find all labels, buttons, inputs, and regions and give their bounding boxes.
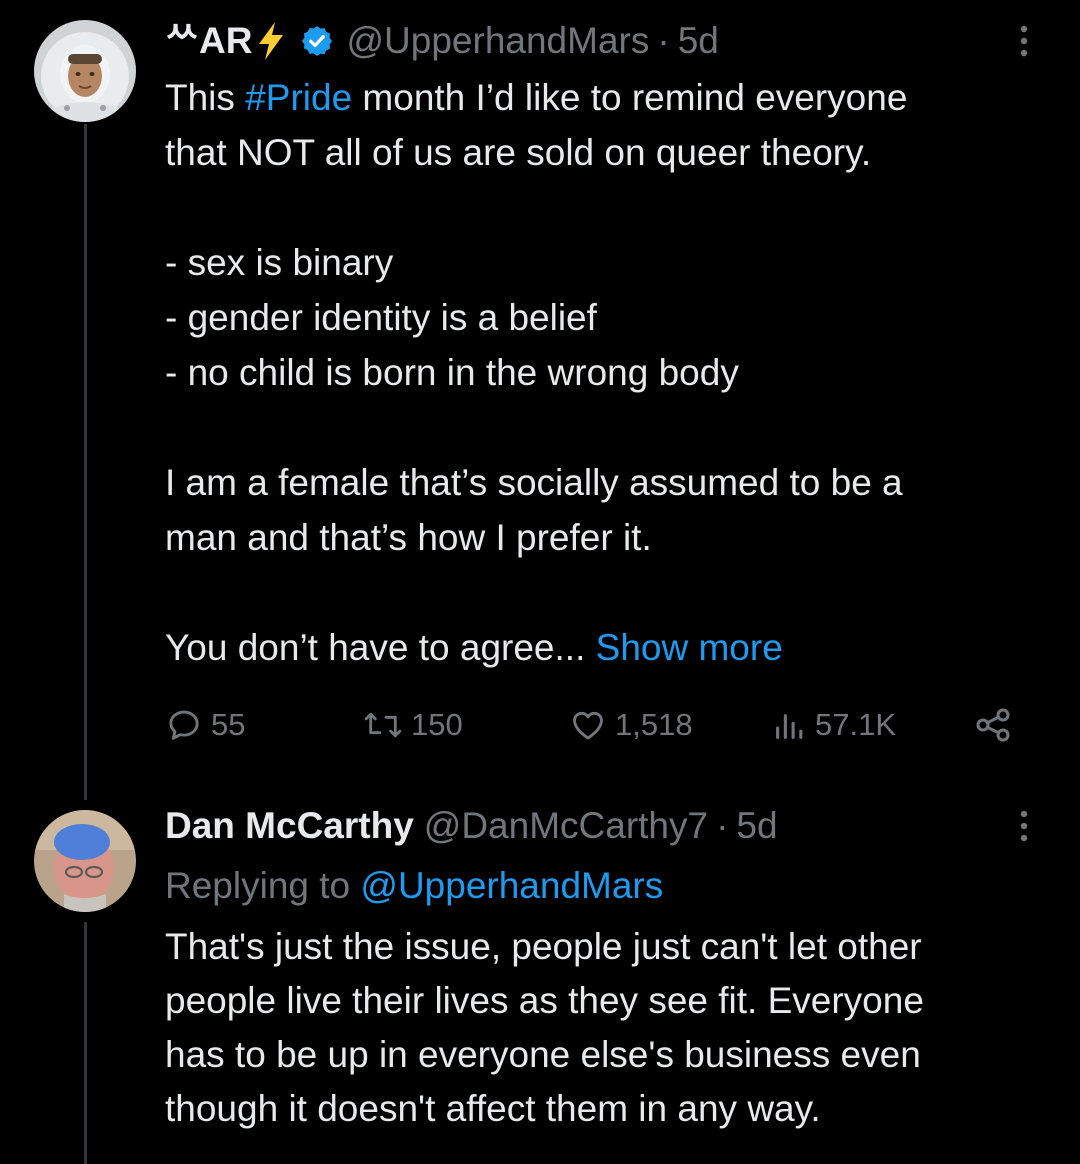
- user-photo-avatar-image: [34, 810, 136, 912]
- tweet-timestamp[interactable]: 5d: [736, 804, 777, 848]
- thread-line-bottom: [84, 922, 87, 1164]
- tweet-line: though it doesn't affect them in any way…: [165, 1088, 821, 1129]
- separator-dot: ·: [657, 20, 670, 61]
- more-vertical-icon: [1020, 25, 1028, 57]
- share-icon: [976, 708, 1010, 742]
- reply-tweet-text: That's just the issue, people just can't…: [165, 920, 924, 1136]
- tweet-line: that NOT all of us are sold on queer the…: [165, 132, 872, 173]
- view-count: 57.1K: [815, 707, 897, 742]
- reply-button[interactable]: 55: [165, 700, 245, 750]
- more-options-button[interactable]: [1004, 801, 1044, 851]
- hashtag-link[interactable]: #Pride: [245, 77, 352, 118]
- tweet-timestamp[interactable]: 5d: [678, 19, 719, 63]
- main-tweet-text: This #Pride month I’d like to remind eve…: [165, 70, 907, 675]
- retweet-count: 150: [411, 707, 463, 742]
- views-button[interactable]: 57.1K: [773, 700, 896, 750]
- thread-line-top: [84, 124, 87, 800]
- display-name[interactable]: Dan McCarthy: [165, 804, 414, 848]
- avatar-danmccarthy[interactable]: [34, 810, 136, 912]
- separator-dot: ·: [716, 805, 729, 846]
- more-vertical-icon: [1020, 810, 1028, 842]
- reply-tweet-header: Dan McCarthy @DanMcCarthy7 · 5d: [165, 804, 778, 848]
- display-name[interactable]: ᄊAR: [165, 19, 252, 63]
- list-item: - gender identity is a belief: [165, 297, 597, 338]
- reply-count: 55: [211, 707, 246, 742]
- verified-badge-icon: [300, 24, 334, 58]
- tweet-line: people live their lives as they see fit.…: [165, 980, 924, 1021]
- lightning-emoji: [254, 21, 288, 61]
- like-icon: [573, 711, 603, 740]
- replying-to-handle-link[interactable]: @UpperhandMars: [360, 865, 663, 906]
- retweet-button[interactable]: 150: [363, 700, 463, 750]
- reply-icon: [169, 710, 199, 740]
- like-button[interactable]: 1,518: [569, 700, 693, 750]
- main-tweet-header: ᄊAR @UpperhandMars · 5d: [165, 19, 719, 63]
- tweet-line: You don’t have to agree... Show more: [165, 620, 907, 675]
- avatar-upperhandmars[interactable]: [34, 20, 136, 122]
- tweet-line: has to be up in everyone else's business…: [165, 1034, 921, 1075]
- list-item: - no child is born in the wrong body: [165, 352, 739, 393]
- show-more-link[interactable]: Show more: [596, 627, 783, 668]
- truncated-text: You don’t have to agree...: [165, 627, 586, 668]
- like-count: 1,518: [615, 707, 693, 742]
- tweet-actions-bar: 55 150 1,518 57.1K: [165, 700, 1025, 750]
- tweet-line: This #Pride month I’d like to remind eve…: [165, 77, 908, 118]
- user-handle[interactable]: @UpperhandMars: [346, 19, 649, 63]
- retweet-icon: [364, 712, 402, 738]
- astronaut-avatar-image: [34, 20, 136, 122]
- tweet-line: That's just the issue, people just can't…: [165, 926, 922, 967]
- replying-to-label: Replying to: [165, 865, 351, 906]
- user-handle[interactable]: @DanMcCarthy7: [424, 804, 708, 848]
- views-icon: [776, 714, 803, 739]
- share-button[interactable]: [973, 700, 1013, 750]
- more-options-button[interactable]: [1004, 16, 1044, 66]
- replying-to-line: Replying to @UpperhandMars: [165, 862, 663, 910]
- list-item: - sex is binary: [165, 242, 394, 283]
- tweet-line: man and that’s how I prefer it.: [165, 517, 652, 558]
- tweet-line: I am a female that’s socially assumed to…: [165, 462, 903, 503]
